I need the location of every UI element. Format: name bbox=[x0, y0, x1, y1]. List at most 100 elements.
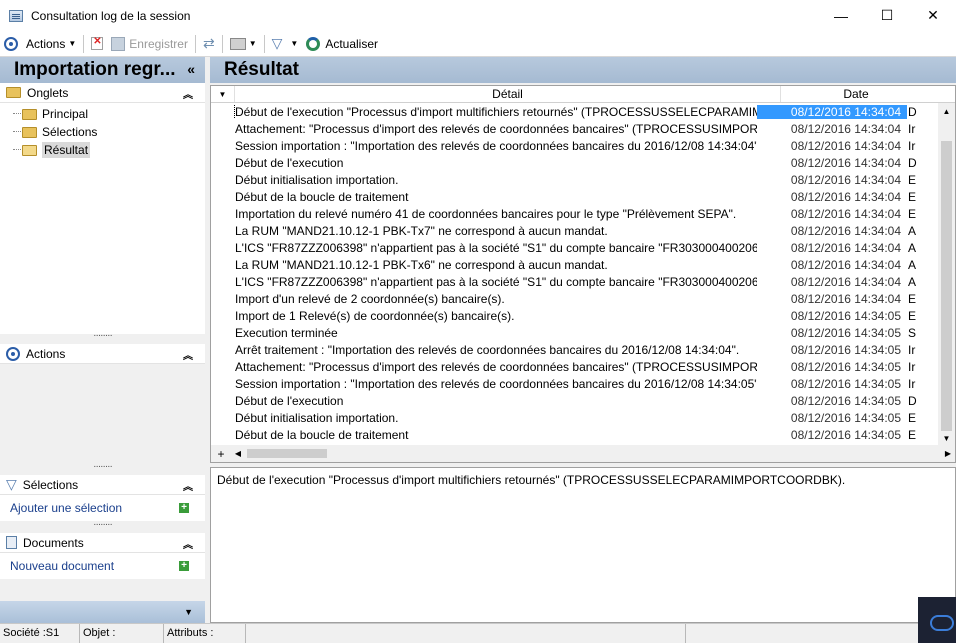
chevron-up-icon[interactable]: ︽ bbox=[183, 347, 193, 362]
chevron-up-icon[interactable]: ︽ bbox=[183, 536, 193, 551]
print-button[interactable]: ▼ bbox=[226, 33, 261, 55]
type-cell: D bbox=[908, 104, 917, 119]
expand-icon[interactable]: + bbox=[211, 447, 231, 461]
date-cell: 08/12/2016 14:34:05 bbox=[790, 376, 901, 391]
grid-rows: Début de l'execution "Processus d'import… bbox=[211, 103, 937, 443]
type-cell: E bbox=[908, 189, 917, 204]
add-selection-link[interactable]: Ajouter une sélection + bbox=[0, 495, 205, 521]
onglets-section-header[interactable]: Onglets ︽ bbox=[0, 83, 205, 103]
documents-label: Documents bbox=[23, 535, 84, 550]
update-button[interactable]: Actualiser bbox=[302, 33, 382, 55]
scroll-up-icon[interactable]: ▲ bbox=[938, 103, 955, 120]
table-row[interactable]: Session importation : "Importation des r… bbox=[211, 375, 937, 392]
table-row[interactable]: Début de l'execution 08/12/2016 14:34:04 D bbox=[211, 154, 937, 171]
date-cell: 08/12/2016 14:34:04 bbox=[790, 138, 901, 153]
table-row[interactable]: Début de la boucle de traitement 08/12/20… bbox=[211, 188, 937, 205]
date-cell: 08/12/2016 14:34:04 bbox=[790, 291, 901, 306]
target-icon-button[interactable] bbox=[0, 33, 22, 55]
target-icon bbox=[6, 346, 20, 361]
scroll-thumb[interactable] bbox=[247, 449, 327, 458]
table-row[interactable]: Execution terminée 08/12/2016 14:34:05 S bbox=[211, 324, 937, 341]
detail-cell: Début initialisation importation. bbox=[235, 410, 399, 425]
type-cell: A bbox=[908, 240, 917, 255]
close-button[interactable]: ✕ bbox=[910, 0, 956, 31]
date-cell: 08/12/2016 14:34:04 bbox=[790, 206, 901, 221]
actions-menu-button[interactable]: Actions ▼ bbox=[22, 33, 80, 55]
actions-section-header[interactable]: Actions ︽ bbox=[0, 344, 205, 364]
left-panel-footer[interactable]: ▼ bbox=[0, 601, 205, 623]
save-label: Enregistrer bbox=[129, 36, 188, 51]
detail-cell: Début de la boucle de traitement bbox=[235, 189, 409, 204]
table-row[interactable]: Début initialisation importation. 08/12/2… bbox=[211, 171, 937, 188]
table-row[interactable]: Import de 1 Relevé(s) de coordonnée(s) b… bbox=[211, 307, 937, 324]
selections-label: Sélections bbox=[22, 477, 79, 492]
tree-item-selections[interactable]: Sélections bbox=[0, 123, 205, 141]
toolbar-separator bbox=[194, 34, 196, 53]
detail-cell: Début initialisation importation. bbox=[235, 172, 399, 187]
column-header-detail[interactable]: Détail bbox=[235, 86, 781, 102]
tree-item-label: Principal bbox=[42, 107, 89, 121]
date-cell: 08/12/2016 14:34:04 bbox=[790, 189, 901, 204]
new-document-link[interactable]: Nouveau document + bbox=[0, 553, 205, 579]
column-menu-button[interactable]: ▼ bbox=[211, 86, 235, 102]
actions-menu-label: Actions bbox=[26, 36, 66, 51]
detail-text-area[interactable]: Début de l'execution "Processus d'import… bbox=[210, 467, 956, 623]
maximize-button[interactable]: ☐ bbox=[864, 0, 910, 31]
column-header-date[interactable]: Date bbox=[781, 86, 931, 102]
splitter-grip[interactable]: ········ bbox=[0, 520, 205, 531]
status-cell bbox=[686, 624, 918, 643]
table-row[interactable]: Arrêt traitement : "Importation des rele… bbox=[211, 341, 937, 358]
status-objet: Objet : bbox=[80, 624, 164, 643]
date-cell: 08/12/2016 14:34:05 bbox=[790, 342, 901, 357]
log-grid[interactable]: ▼ Détail Date Début de l'execution "Proc… bbox=[210, 85, 956, 463]
detail-cell: Arrêt traitement : "Importation des rele… bbox=[235, 342, 740, 357]
table-row[interactable]: Attachement: "Processus d'import des rel… bbox=[211, 358, 937, 375]
table-row[interactable]: L'ICS "FR87ZZZ006398" n'appartient pas à… bbox=[211, 239, 937, 256]
table-row[interactable]: Import d'un relevé de 2 coordonnée(s) ba… bbox=[211, 290, 937, 307]
table-row[interactable]: Début de l'execution "Processus d'import… bbox=[211, 103, 937, 120]
chevron-down-icon[interactable]: ▼ bbox=[184, 607, 193, 617]
toolbar-separator bbox=[83, 34, 85, 53]
scroll-thumb[interactable] bbox=[941, 141, 952, 431]
table-row[interactable]: Début de l'execution 08/12/2016 14:34:05 D bbox=[211, 392, 937, 409]
tree-item-resultat[interactable]: Résultat bbox=[0, 141, 205, 159]
table-row[interactable]: Début initialisation importation. 08/12/2… bbox=[211, 409, 937, 426]
type-cell: E bbox=[908, 206, 917, 221]
scroll-right-icon[interactable]: ▶ bbox=[941, 449, 955, 458]
horizontal-scrollbar[interactable]: + ◀ ▶ bbox=[211, 445, 955, 462]
splitter-grip[interactable]: ········ bbox=[0, 462, 205, 473]
table-row[interactable]: L'ICS "FR87ZZZ006398" n'appartient pas à… bbox=[211, 273, 937, 290]
documents-section-header[interactable]: Documents ︽ bbox=[0, 533, 205, 553]
table-row[interactable]: Session importation : "Importation des r… bbox=[211, 137, 937, 154]
collapse-panel-button[interactable]: « bbox=[187, 61, 195, 77]
filter-button[interactable]: ▽ ▼ bbox=[268, 33, 303, 55]
delete-button[interactable] bbox=[87, 33, 107, 55]
left-panel-title: Importation regr... bbox=[14, 59, 176, 80]
type-cell: E bbox=[908, 427, 917, 442]
type-cell: E bbox=[908, 172, 917, 187]
table-row[interactable]: Attachement: "Processus d'import des rel… bbox=[211, 120, 937, 137]
document-icon bbox=[6, 536, 17, 549]
tree-item-principal[interactable]: Principal bbox=[0, 105, 205, 123]
folder-icon bbox=[22, 108, 37, 120]
table-row[interactable]: La RUM "MAND21.10.12-1 PBK-Tx7" ne corre… bbox=[211, 222, 937, 239]
scroll-left-icon[interactable]: ◀ bbox=[231, 449, 245, 458]
table-row[interactable]: La RUM "MAND21.10.12-1 PBK-Tx6" ne corre… bbox=[211, 256, 937, 273]
print-icon bbox=[229, 37, 246, 50]
splitter-grip[interactable]: ········ bbox=[0, 331, 205, 342]
selections-section-header[interactable]: ▽ Sélections ︽ bbox=[0, 475, 205, 495]
save-button[interactable]: Enregistrer bbox=[107, 33, 192, 55]
status-societe: Société :S1 bbox=[0, 624, 80, 643]
new-document-label: Nouveau document bbox=[10, 559, 115, 573]
refresh-button[interactable]: ⇄ bbox=[199, 33, 219, 55]
chevron-up-icon[interactable]: ︽ bbox=[183, 478, 193, 493]
vertical-scrollbar[interactable]: ▲ ▼ bbox=[938, 103, 955, 447]
minimize-button[interactable]: — bbox=[818, 0, 864, 31]
detail-cell: Début de la boucle de traitement bbox=[235, 427, 409, 442]
table-row[interactable]: Importation du relevé numéro 41 de coord… bbox=[211, 205, 937, 222]
table-row[interactable]: Début de la boucle de traitement 08/12/20… bbox=[211, 426, 937, 443]
chevron-up-icon[interactable]: ︽ bbox=[183, 86, 193, 101]
type-cell: Ir bbox=[908, 342, 916, 357]
toolbar: Actions▼ Enregistrer ⇄ ▼ ▽▼ Actualiser bbox=[0, 31, 956, 57]
tree-item-label: Résultat bbox=[42, 142, 91, 158]
